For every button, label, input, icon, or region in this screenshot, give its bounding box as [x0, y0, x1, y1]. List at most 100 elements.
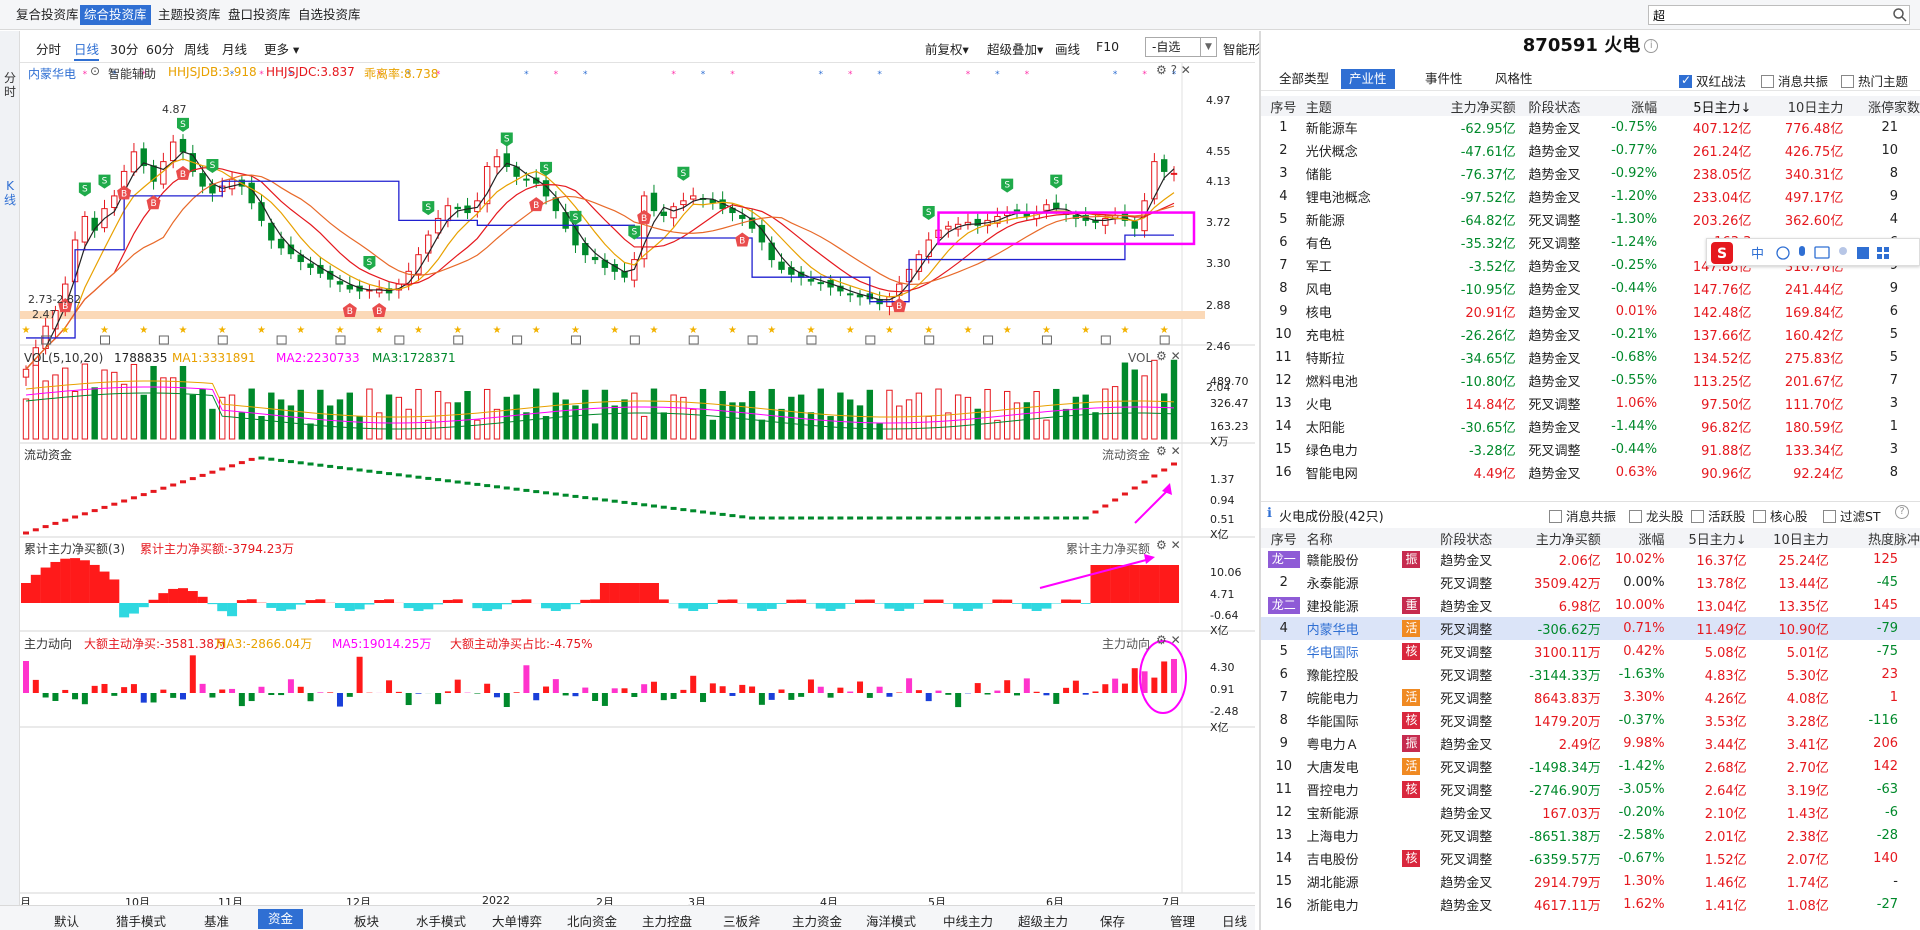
- tab-composite-library[interactable]: 复合投资库: [12, 5, 83, 25]
- template-tab[interactable]: 板块: [354, 911, 379, 930]
- ime-toolbar[interactable]: S 中: [1706, 238, 1920, 266]
- template-tab[interactable]: 猎手模式: [116, 911, 166, 930]
- tab-industry[interactable]: 产业性: [1341, 69, 1395, 89]
- draw-line-button[interactable]: 画线: [1055, 39, 1080, 58]
- search-icon[interactable]: [1892, 7, 1908, 23]
- template-tab[interactable]: 默认: [54, 911, 79, 930]
- column-header[interactable]: 主题: [1305, 96, 1424, 116]
- component-row[interactable]: 7 皖能电力 活 死叉调整 8643.83万 3.30% 4.26亿 4.08亿 1: [1261, 686, 1920, 709]
- smart-assist-label[interactable]: 智能辅助: [108, 65, 156, 82]
- tab-all-types[interactable]: 全部类型: [1271, 69, 1337, 89]
- template-tab[interactable]: 北向资金: [567, 911, 617, 930]
- intraday-view-tab[interactable]: 分时: [3, 71, 17, 99]
- period-daily[interactable]: 日线: [74, 39, 100, 61]
- theme-row[interactable]: 8 风电 -10.95亿 趋势金叉 -0.44% 147.76亿 241.44亿 9: [1261, 277, 1920, 300]
- template-tab[interactable]: 海洋模式: [866, 911, 916, 930]
- panel-gear-icon[interactable]: ⚙ ✕: [1156, 633, 1181, 647]
- checkbox-news[interactable]: 消息共振: [1549, 506, 1616, 525]
- period-60min[interactable]: 60分: [146, 39, 174, 58]
- column-header[interactable]: 主力净买额: [1507, 528, 1601, 548]
- panel-gear-icon[interactable]: ⚙ ? ✕: [1156, 63, 1191, 77]
- template-tab[interactable]: 三板斧: [723, 911, 761, 930]
- panel-gear-icon[interactable]: ⚙ ✕: [1156, 444, 1181, 458]
- tab-tape-library[interactable]: 盘口投资库: [224, 5, 295, 25]
- component-row[interactable]: 8 华能国际 核 死叉调整 1479.20万 -0.37% 3.53亿 3.28亿 -116: [1261, 709, 1920, 732]
- component-row[interactable]: 13 上海电力 死叉调整 -8651.38万 -2.58% 2.01亿 2.38亿 -28: [1261, 824, 1920, 847]
- template-tab[interactable]: 主力资金: [792, 911, 842, 930]
- checkbox-double-red[interactable]: 双红战法: [1679, 71, 1746, 90]
- column-header[interactable]: 10日主力: [1746, 528, 1829, 548]
- component-row[interactable]: 15 湖北能源 趋势金叉 2914.79万 1.30% 1.46亿 1.74亿 -: [1261, 870, 1920, 893]
- checkbox-active[interactable]: 活跃股: [1691, 506, 1746, 525]
- theme-row[interactable]: 2 光伏概念 -47.61亿 趋势金叉 -0.77% 261.24亿 426.75亿 10: [1261, 139, 1920, 162]
- column-header[interactable]: 阶段状态: [1515, 96, 1594, 116]
- period-intraday[interactable]: 分时: [36, 39, 61, 58]
- template-tab[interactable]: 管理: [1170, 911, 1195, 930]
- period-monthly[interactable]: 月线: [222, 39, 247, 58]
- column-header[interactable]: [1397, 528, 1426, 548]
- component-row[interactable]: 9 粤电力Ａ 振 趋势金叉 2.49亿 9.98% 3.44亿 3.41亿 206: [1261, 732, 1920, 755]
- search-input[interactable]: [1648, 5, 1910, 25]
- theme-row[interactable]: 11 特斯拉 -34.65亿 趋势金叉 -0.68% 134.52亿 275.83亿 5: [1261, 346, 1920, 369]
- component-row[interactable]: 2 永泰能源 死叉调整 3509.42万 0.00% 13.78亿 13.44亿 -45: [1261, 571, 1920, 594]
- kline-view-tab[interactable]: K线: [3, 179, 17, 207]
- checkbox-hot-theme[interactable]: 热门主题: [1841, 71, 1908, 90]
- info-icon[interactable]: i: [1644, 39, 1659, 53]
- checkbox-core[interactable]: 核心股: [1753, 506, 1808, 525]
- panel-gear-icon[interactable]: ⚙ ✕: [1156, 538, 1181, 552]
- help-icon[interactable]: ?: [1895, 505, 1909, 519]
- checkbox-leader[interactable]: 龙头股: [1629, 506, 1684, 525]
- template-tab[interactable]: 主力控盘: [642, 911, 692, 930]
- tab-event[interactable]: 事件性: [1417, 69, 1471, 89]
- column-header[interactable]: 序号: [1261, 528, 1307, 548]
- watchlist-select[interactable]: -自选 ▼: [1145, 37, 1217, 57]
- overlay-dropdown[interactable]: 超级叠加▾: [987, 39, 1043, 58]
- tab-watchlist-library[interactable]: 自选投资库: [294, 5, 365, 25]
- theme-row[interactable]: 14 太阳能 -30.65亿 趋势金叉 -1.44% 96.82亿 180.59亿 1: [1261, 415, 1920, 438]
- more-dropdown[interactable]: 更多 ▾: [264, 39, 299, 58]
- theme-row[interactable]: 13 火电 14.84亿 死叉调整 1.06% 97.50亿 111.70亿 3: [1261, 392, 1920, 415]
- theme-row[interactable]: 15 绿色电力 -3.28亿 死叉调整 -0.44% 91.88亿 133.34亿 3: [1261, 438, 1920, 461]
- tab-comprehensive-library[interactable]: 综合投资库: [80, 5, 151, 25]
- component-row[interactable]: 11 晋控电力 核 死叉调整 -2746.90万 -3.05% 2.64亿 3.19亿 -63: [1261, 778, 1920, 801]
- checkbox-news-resonance[interactable]: 消息共振: [1761, 71, 1828, 90]
- component-row[interactable]: 12 宝新能源 趋势金叉 167.03万 -0.20% 2.10亿 1.43亿 -6: [1261, 801, 1920, 824]
- tab-style[interactable]: 风格性: [1487, 69, 1541, 89]
- theme-row[interactable]: 16 智能电网 4.49亿 趋势金叉 0.63% 90.96亿 92.24亿 8: [1261, 461, 1920, 484]
- panel-gear-icon[interactable]: ⚙ ✕: [1156, 349, 1181, 363]
- template-tab[interactable]: 保存: [1100, 911, 1125, 930]
- component-row[interactable]: 5 华电国际 核 死叉调整 3100.11万 0.42% 5.08亿 5.01亿 -75: [1261, 640, 1920, 663]
- template-tab-active[interactable]: 资金: [258, 909, 304, 929]
- chevron-down-icon[interactable]: ⊙: [90, 64, 100, 78]
- theme-row[interactable]: 12 燃料电池 -10.80亿 趋势金叉 -0.55% 113.25亿 201.67亿 7: [1261, 369, 1920, 392]
- period-weekly[interactable]: 周线: [184, 39, 209, 58]
- template-tab[interactable]: 中线主力: [943, 911, 993, 930]
- period-30min[interactable]: 30分: [110, 39, 138, 58]
- column-header[interactable]: 5日主力↓: [1657, 96, 1752, 116]
- column-header[interactable]: 名称: [1306, 528, 1398, 548]
- theme-row[interactable]: 10 充电桩 -26.26亿 趋势金叉 -0.21% 137.66亿 160.42亿 5: [1261, 323, 1920, 346]
- column-header[interactable]: 涨停家数: [1843, 96, 1920, 116]
- template-tab[interactable]: 基准: [204, 911, 229, 930]
- column-header[interactable]: 阶段状态: [1425, 528, 1508, 548]
- theme-row[interactable]: 4 锂电池概念 -97.52亿 趋势金叉 -1.20% 233.04亿 497.17亿 9: [1261, 185, 1920, 208]
- component-row[interactable]: 龙一 赣能股份 振 趋势金叉 2.06亿 10.02% 16.37亿 25.24亿 125: [1261, 548, 1920, 571]
- template-tab[interactable]: 大单博弈: [492, 911, 542, 930]
- component-row[interactable]: 龙二 建投能源 重 趋势金叉 6.98亿 10.00% 13.04亿 13.35亿 145: [1261, 594, 1920, 617]
- column-header[interactable]: 主力净买额: [1423, 96, 1516, 116]
- checkbox-filter-st[interactable]: 过滤ST: [1823, 506, 1881, 525]
- f10-button[interactable]: F10: [1096, 39, 1119, 54]
- adjust-dropdown[interactable]: 前复权▾: [925, 39, 969, 58]
- column-header[interactable]: 5日主力↓: [1664, 528, 1747, 548]
- template-tab[interactable]: 超级主力: [1018, 911, 1068, 930]
- column-header[interactable]: 涨幅: [1600, 528, 1665, 548]
- tab-theme-library[interactable]: 主题投资库: [154, 5, 225, 25]
- column-header[interactable]: 热度脉冲: [1828, 528, 1920, 548]
- column-header[interactable]: 10日主力: [1751, 96, 1844, 116]
- column-header[interactable]: 涨幅: [1593, 96, 1658, 116]
- theme-row[interactable]: 1 新能源车 -62.95亿 趋势金叉 -0.75% 407.12亿 776.48亿 21: [1261, 116, 1920, 139]
- component-row[interactable]: 16 浙能电力 趋势金叉 4617.11万 1.62% 1.41亿 1.08亿 -27: [1261, 893, 1920, 916]
- component-row[interactable]: 14 吉电股份 核 死叉调整 -6359.57万 -0.67% 1.52亿 2.07亿 140: [1261, 847, 1920, 870]
- theme-row[interactable]: 3 储能 -76.37亿 趋势金叉 -0.92% 238.05亿 340.31亿 8: [1261, 162, 1920, 185]
- template-tab[interactable]: 水手模式: [416, 911, 466, 930]
